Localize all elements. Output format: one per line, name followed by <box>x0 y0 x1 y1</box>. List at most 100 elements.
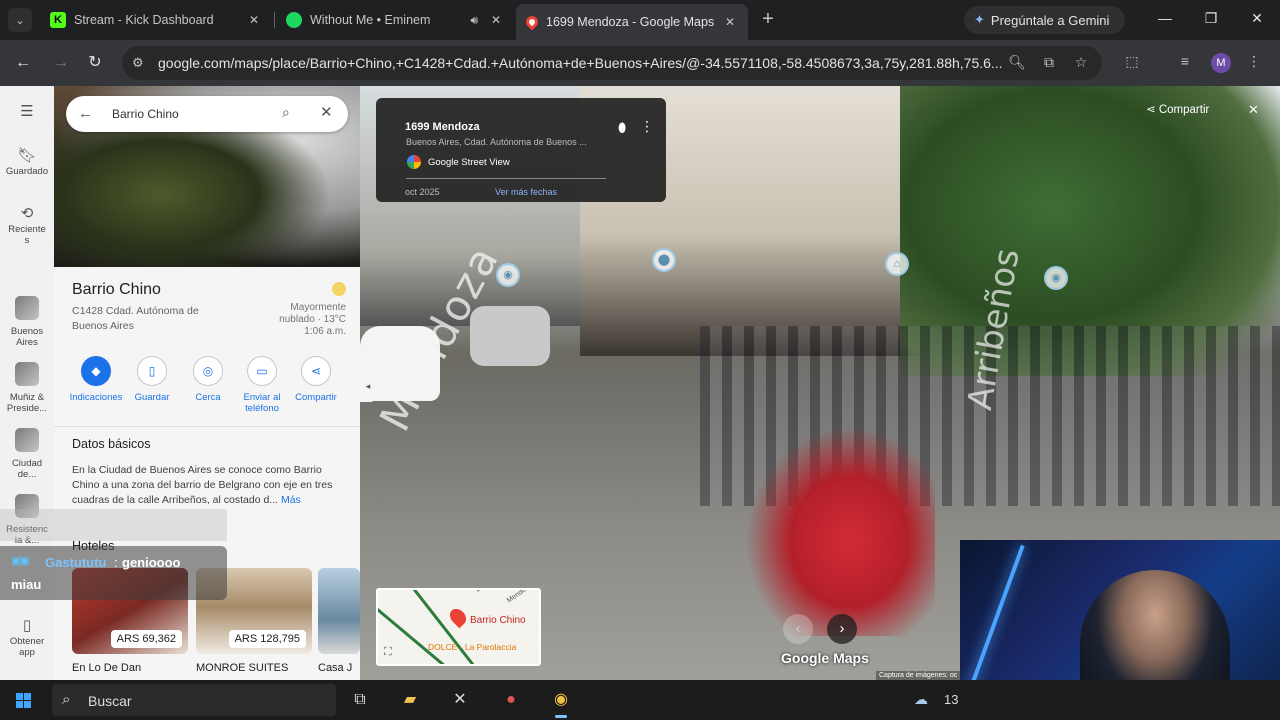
weather-cloud-icon[interactable]: ☁ <box>914 691 928 708</box>
tab-google-maps[interactable]: 1699 Mendoza - Google Maps ✕ <box>516 4 748 40</box>
place-marker-icon[interactable]: ⌂ <box>885 252 909 276</box>
browser-tab-strip: ⌄ K Stream - Kick Dashboard ✕ Without Me… <box>0 0 1280 40</box>
app-icon[interactable]: ✕ <box>446 686 474 714</box>
directions-button[interactable]: ◆ Indicaciones <box>68 356 124 403</box>
rail-saved[interactable]: 🔖︎ Guardado <box>0 148 54 177</box>
close-street-view-icon[interactable]: ✕ <box>1248 102 1259 118</box>
gemini-button[interactable]: ✦ Pregúntale a Gemini <box>964 6 1125 34</box>
media-controls-icon[interactable]: ≡ <box>1175 53 1195 73</box>
rail-recent-place[interactable]: Muñiz & Preside... <box>0 362 54 414</box>
url-text[interactable]: google.com/maps/place/Barrio+Chino,+C142… <box>158 55 1018 71</box>
hotel-name: MONROE SUITES <box>196 662 289 674</box>
hotel-price: ARS 128,795 <box>228 630 306 648</box>
street-view-address: 1699 Mendoza <box>405 121 480 133</box>
site-info-icon[interactable]: ⚙ <box>132 55 148 71</box>
speaker-icon[interactable]: 🔊︎ <box>470 13 478 28</box>
tab-search-button[interactable]: ⌄ <box>8 8 32 32</box>
map-road <box>406 590 484 664</box>
share-button[interactable]: ⋖ Compartir <box>288 356 344 403</box>
task-view-icon[interactable]: ⧉ <box>346 686 374 714</box>
menu-icon[interactable]: ☰ <box>0 104 54 122</box>
restore-icon[interactable]: ❐ <box>1201 10 1221 30</box>
hotel-photo <box>318 568 360 654</box>
previous-photo-button[interactable]: ‹ <box>783 614 813 644</box>
minimize-icon[interactable]: — <box>1155 10 1175 30</box>
more-options-icon[interactable]: ⋮ <box>640 118 654 135</box>
close-tab-icon[interactable]: ✕ <box>246 13 262 27</box>
taskbar-search[interactable]: ⌕ Buscar <box>52 684 336 716</box>
search-input[interactable] <box>112 104 272 124</box>
place-marker-icon[interactable]: ⬤ <box>652 248 676 272</box>
collapse-panel-button[interactable]: ◂ <box>360 370 376 402</box>
profile-avatar[interactable]: M <box>1211 53 1231 73</box>
close-tab-icon[interactable]: ✕ <box>722 15 738 29</box>
rail-get-app[interactable]: ▯ Obtener app <box>0 617 54 658</box>
phone-icon: ▯ <box>22 617 32 634</box>
weather-icon <box>332 282 346 296</box>
expand-icon[interactable]: ⛶ <box>384 646 392 659</box>
imagery-credit: Captura de imágenes: oc <box>876 671 961 680</box>
street-view-share-button[interactable]: ⋖ Compartir <box>1146 102 1209 116</box>
hotel-card[interactable]: Casa J <box>318 568 360 674</box>
nearby-button[interactable]: ◎ Cerca <box>180 356 236 403</box>
forward-icon[interactable]: → <box>50 52 72 74</box>
place-thumbnail <box>15 362 39 386</box>
reload-icon[interactable]: ↻ <box>84 52 106 74</box>
chrome-icon[interactable]: ◉ <box>547 686 575 718</box>
minimap-poi-label: DOLCE - La Parolaccia <box>428 642 517 652</box>
chat-shade <box>0 509 227 541</box>
maps-pin-icon <box>523 13 541 31</box>
more-dates-link[interactable]: Ver más fechas <box>495 187 557 197</box>
hotel-price: ARS 69,362 <box>110 630 182 648</box>
street-view-info-card: 1699 Mendoza Buenos Aires, Cdad. Autónom… <box>376 98 666 202</box>
bookmark-icon: ▯ <box>137 356 167 386</box>
close-window-icon[interactable]: ✕ <box>1247 10 1267 30</box>
location-pin-icon[interactable]: ⬮ <box>618 120 626 136</box>
search-box[interactable]: ← ⌕ ✕ <box>66 96 348 132</box>
directions-icon: ◆ <box>81 356 111 386</box>
basics-text: En la Ciudad de Buenos Aires se conoce c… <box>72 464 333 506</box>
place-marker-icon[interactable]: ◉ <box>496 263 520 287</box>
more-link[interactable]: Más <box>281 494 301 506</box>
save-button[interactable]: ▯ Guardar <box>124 356 180 403</box>
bookmark-star-icon[interactable]: ☆ <box>1072 54 1090 72</box>
capture-date: oct 2025 <box>405 187 440 197</box>
new-tab-button[interactable]: + <box>758 9 778 30</box>
basics-title: Datos básicos <box>72 437 151 451</box>
rail-recent-place[interactable]: Ciudad de... <box>0 428 54 480</box>
obs-icon[interactable]: ● <box>497 686 525 714</box>
weather-widget: Mayormente nublado · 13°C 1:06 a.m. <box>264 282 346 338</box>
file-explorer-icon[interactable]: ▰ <box>396 686 424 714</box>
history-icon: ⟲ <box>20 205 34 222</box>
map-pin-icon <box>446 605 470 629</box>
street-view-minimap[interactable]: Barrio Chino DOLCE - La Parolaccia Mendo… <box>376 588 541 666</box>
rail-recent-place[interactable]: Buenos Aires <box>0 296 54 348</box>
gemini-label: Pregúntale a Gemini <box>990 12 1110 28</box>
tab-kick-dashboard[interactable]: K Stream - Kick Dashboard ✕ <box>40 4 272 36</box>
divider <box>406 178 606 179</box>
close-icon[interactable]: ✕ <box>320 103 333 121</box>
browser-toolbar: ← → ↻ ⚙ google.com/maps/place/Barrio+Chi… <box>0 40 1280 86</box>
windows-start-icon[interactable] <box>16 693 31 708</box>
next-photo-button[interactable]: › <box>827 614 857 644</box>
share-icon: ⋖ <box>301 356 331 386</box>
search-icon[interactable]: ⌕ <box>282 104 290 121</box>
send-to-phone-button[interactable]: ▭ Enviar al teléfono <box>234 356 290 414</box>
close-tab-icon[interactable]: ✕ <box>488 13 504 27</box>
address-bar[interactable]: ⚙ google.com/maps/place/Barrio+Chino,+C1… <box>122 46 1102 80</box>
install-app-icon[interactable]: ⧉ <box>1040 54 1058 72</box>
hotel-name: Casa J <box>318 662 353 674</box>
zoom-icon[interactable]: 🔍︎ <box>1008 54 1026 72</box>
gemini-sparkle-icon: ✦ <box>974 12 985 27</box>
back-arrow-icon[interactable]: ← <box>78 105 93 122</box>
place-marker-icon[interactable]: ◉ <box>1044 266 1068 290</box>
map-road <box>476 590 539 592</box>
menu-dots-icon[interactable]: ⋮ <box>1244 53 1264 73</box>
extensions-icon[interactable]: ⬚ <box>1122 53 1142 73</box>
weather-time: 1:06 a.m. <box>304 326 346 337</box>
tab-spotify[interactable]: Without Me • Eminem 🔊︎ ✕ <box>276 4 514 36</box>
back-icon[interactable]: ← <box>12 52 34 74</box>
search-icon: ⌕ <box>62 691 71 708</box>
rail-recent[interactable]: ⟲ Reciente s <box>0 205 54 246</box>
chat-message: genioooo <box>122 555 181 570</box>
